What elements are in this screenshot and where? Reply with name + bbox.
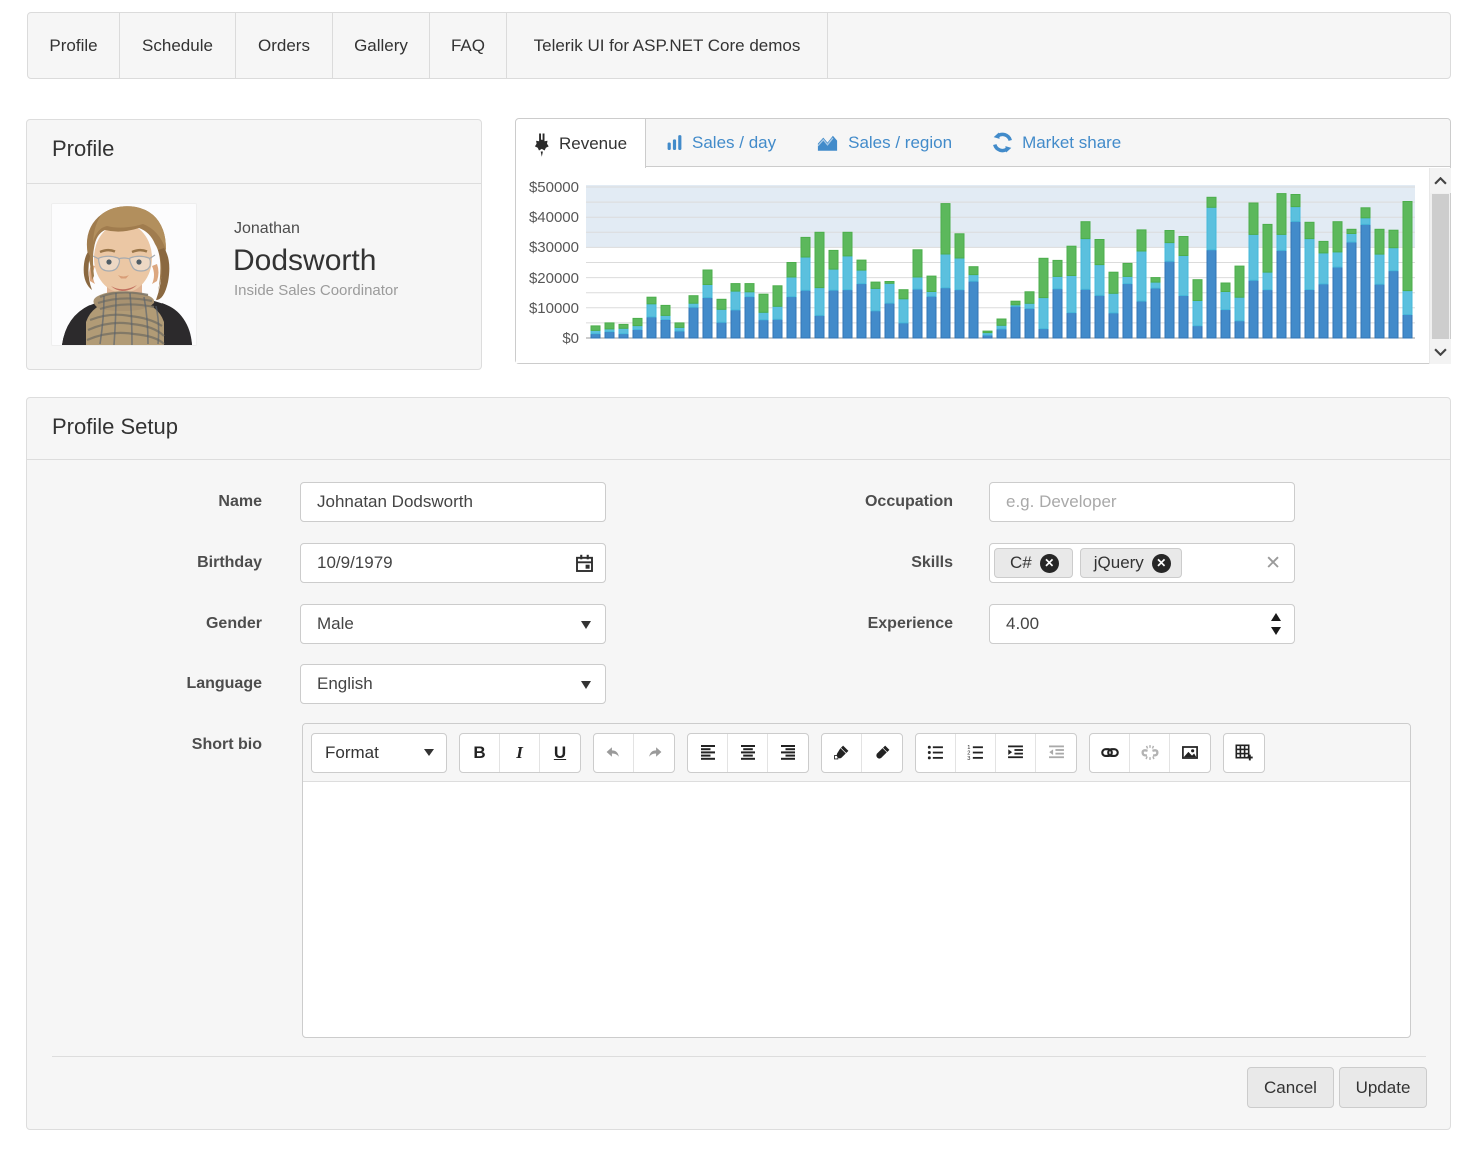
svg-text:$50000: $50000 bbox=[529, 179, 579, 196]
svg-text:$40000: $40000 bbox=[529, 209, 579, 226]
svg-text:$10000: $10000 bbox=[529, 300, 579, 317]
svg-text:$0: $0 bbox=[562, 330, 579, 347]
svg-text:3: 3 bbox=[967, 756, 970, 761]
svg-text:$30000: $30000 bbox=[529, 239, 579, 256]
svg-text:$20000: $20000 bbox=[529, 270, 579, 287]
